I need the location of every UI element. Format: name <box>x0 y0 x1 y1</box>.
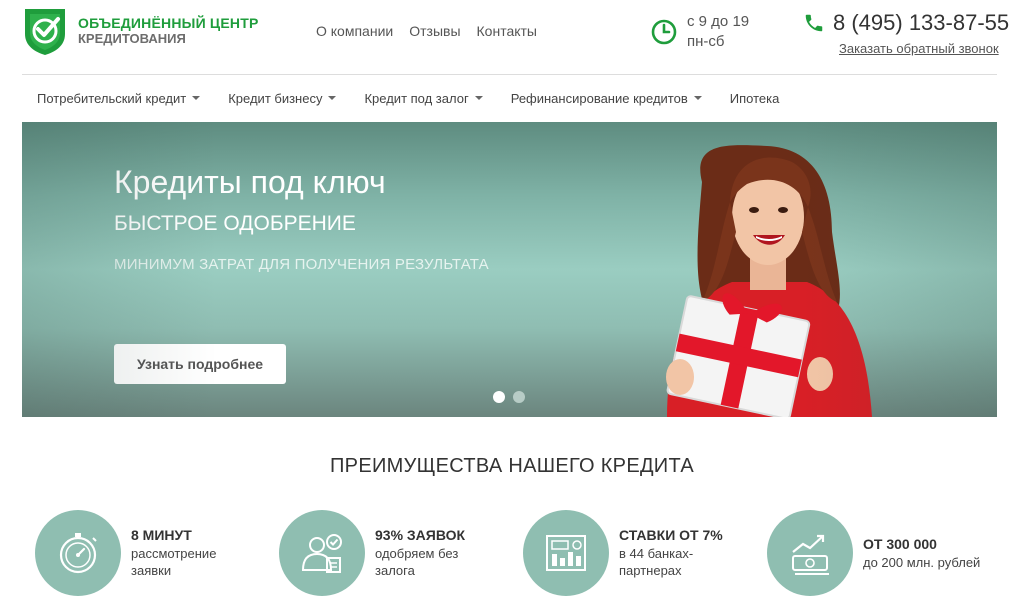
advantage-line: заявки <box>131 563 172 578</box>
chevron-down-icon <box>693 96 702 100</box>
nav-item-label: Потребительский кредит <box>37 90 187 106</box>
chevron-down-icon <box>474 96 483 100</box>
header-divider <box>22 74 997 75</box>
advantage-line: залога <box>375 563 415 578</box>
money-growth-icon <box>792 534 829 575</box>
woman-with-gift-image <box>666 145 872 417</box>
top-link-about[interactable]: О компании <box>316 23 393 39</box>
stopwatch-icon <box>59 533 97 574</box>
header: ОБЪЕДИНЁННЫЙ ЦЕНТР КРЕДИТОВАНИЯ О компан… <box>0 0 1024 75</box>
hours-days: пн-сб <box>687 33 725 50</box>
advantage-item: ОТ 300 000 до 200 млн. рублей <box>767 510 980 596</box>
advantage-heading: 93% ЗАЯВОК <box>375 527 466 543</box>
slider-dots <box>493 391 525 403</box>
clock-icon <box>651 19 677 45</box>
advantage-line: партнерах <box>619 563 682 578</box>
callback-link[interactable]: Заказать обратный звонок <box>839 41 999 56</box>
top-link-contacts[interactable]: Контакты <box>477 23 537 39</box>
advantage-line: до 200 млн. рублей <box>863 554 981 570</box>
top-link-reviews[interactable]: Отзывы <box>409 23 460 39</box>
top-navigation: О компании Отзывы Контакты <box>316 23 537 39</box>
learn-more-button[interactable]: Узнать подробнее <box>114 344 286 384</box>
nav-item-label: Кредит под залог <box>364 90 469 106</box>
advantage-line: в 44 банках- <box>619 546 694 561</box>
advantage-item: СТАВКИ ОТ 7% в 44 банках- партнерах <box>523 510 723 596</box>
working-hours: с 9 до 19 пн-сб <box>651 12 749 52</box>
phone-number[interactable]: 8 (495) 133-87-55 <box>833 10 1009 36</box>
nav-item-refinancing[interactable]: Рефинансирование кредитов <box>497 88 716 108</box>
advantage-icon-circle <box>35 510 121 596</box>
advantage-line: одобряем без <box>375 546 459 561</box>
nav-item-label: Рефинансирование кредитов <box>510 90 688 106</box>
slider-dot-2[interactable] <box>513 391 525 403</box>
phone-block: 8 (495) 133-87-55 Заказать обратный звон… <box>803 10 1009 56</box>
calculator-icon <box>546 535 586 571</box>
hero-title: Кредиты под ключ <box>114 164 386 200</box>
advantage-icon-circle <box>767 510 853 596</box>
advantage-heading: СТАВКИ ОТ 7% <box>619 527 723 543</box>
nav-item-mortgage[interactable]: Ипотека <box>716 88 794 108</box>
nav-item-business-credit[interactable]: Кредит бизнесу <box>214 88 350 108</box>
hero-subtitle: БЫСТРОЕ ОДОБРЕНИЕ <box>114 212 356 235</box>
logo-subtitle: КРЕДИТОВАНИЯ <box>78 31 186 46</box>
advantages-title: ПРЕИМУЩЕСТВА НАШЕГО КРЕДИТА <box>330 455 694 477</box>
nav-item-label: Кредит бизнесу <box>228 90 323 106</box>
hero-banner: Кредиты под ключ БЫСТРОЕ ОДОБРЕНИЕ МИНИМ… <box>22 122 997 417</box>
chevron-down-icon <box>328 96 337 100</box>
slider-dot-1[interactable] <box>493 391 505 403</box>
advantage-item: 8 МИНУТ рассмотрение заявки <box>35 510 216 596</box>
advantage-line: рассмотрение <box>131 546 217 561</box>
hero-tagline: МИНИМУМ ЗАТРАТ ДЛЯ ПОЛУЧЕНИЯ РЕЗУЛЬТАТА <box>114 256 489 273</box>
nav-item-label: Ипотека <box>729 90 780 106</box>
logo[interactable]: ОБЪЕДИНЁННЫЙ ЦЕНТР КРЕДИТОВАНИЯ <box>22 6 259 56</box>
shield-check-logo-icon <box>25 9 65 55</box>
phone-icon <box>805 14 823 32</box>
advantage-heading: ОТ 300 000 <box>863 535 937 552</box>
nav-item-secured-credit[interactable]: Кредит под залог <box>350 88 496 108</box>
advantage-icon-circle <box>279 510 365 596</box>
advantage-item: 93% ЗАЯВОК одобряем без залога <box>279 510 465 596</box>
hours-time: с 9 до 19 <box>687 13 750 30</box>
main-navigation: Потребительский кредит Кредит бизнесу Кр… <box>22 88 793 108</box>
approved-person-icon <box>301 534 342 573</box>
advantage-icon-circle <box>523 510 609 596</box>
chevron-down-icon <box>192 96 201 100</box>
nav-item-consumer-credit[interactable]: Потребительский кредит <box>22 88 214 108</box>
logo-title: ОБЪЕДИНЁННЫЙ ЦЕНТР <box>78 15 259 31</box>
advantage-heading: 8 МИНУТ <box>131 527 192 543</box>
